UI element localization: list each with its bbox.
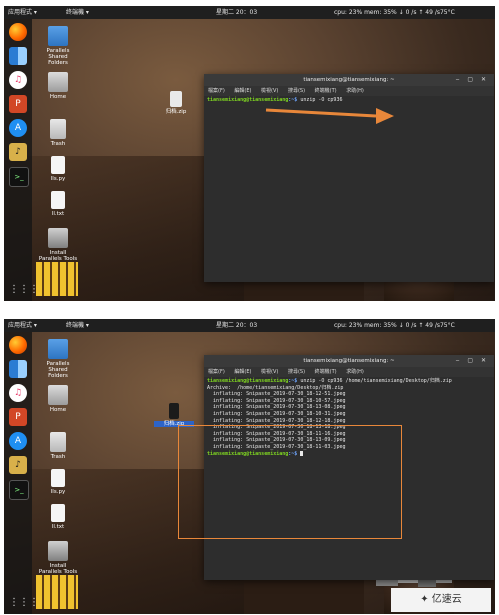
- file-icon: [51, 469, 65, 487]
- prompt-user: tiansemixiang@tiansemixiang: [207, 378, 289, 384]
- desktop-icon-ltxt[interactable]: ll.txt: [38, 504, 78, 530]
- output-line: inflating: Snipaste_2019-07-30_18-12-51.…: [207, 391, 346, 398]
- output-line: Archive: /home/tiansemixiang/Desktop/归档.…: [207, 384, 344, 391]
- applications-menu[interactable]: 应用程式 ▾: [8, 319, 37, 332]
- menu-edit[interactable]: 編輯(E): [234, 369, 251, 375]
- watermark-text: 亿速云: [431, 594, 462, 605]
- trash-icon: [50, 432, 66, 452]
- desktop-icon-label: Trash: [50, 454, 66, 460]
- dock: ♫ P A ♪ >_ ⋮⋮⋮: [4, 332, 39, 614]
- desktop-icon-install[interactable]: Install Parallels Tools: [38, 541, 78, 575]
- terminal-titlebar[interactable]: tiansemixiang@tiansemixiang: ~ ‒ ▢ ✕: [204, 355, 494, 367]
- watermark-logo-icon: ✦: [420, 594, 432, 605]
- building-window: [36, 575, 78, 609]
- terminal-command: unzip -O cp936 /home/tiansemixiang/Deskt…: [297, 378, 452, 384]
- desktop-icon-label: Install Parallels Tools: [38, 563, 78, 575]
- desktop-icon-trash[interactable]: Trash: [38, 432, 78, 460]
- system-monitor: cpu: 23% mem: 35% ↓ 0 /s ↑ 49 /s75°C: [334, 322, 455, 329]
- desktop-icon-label: Home: [49, 407, 67, 413]
- desktop-icon-label: lls.py: [50, 489, 66, 495]
- powerpoint-icon[interactable]: P: [9, 408, 27, 426]
- menu-file[interactable]: 檔案(F): [208, 369, 225, 375]
- app-store-icon[interactable]: A: [9, 432, 27, 450]
- finder-icon[interactable]: [9, 360, 27, 378]
- desktop-icon-label: Parallels Shared Folders: [46, 361, 70, 379]
- menu-terminal[interactable]: 終端機(T): [315, 369, 337, 375]
- prompt-path: :~$: [288, 378, 298, 384]
- menu-view[interactable]: 檢視(V): [261, 369, 278, 375]
- home-drive-icon: [48, 385, 68, 405]
- terminal-icon[interactable]: >_: [9, 480, 29, 500]
- installer-icon: [48, 541, 68, 561]
- output-line: inflating: Snipaste_2019-07-30_18-10-57.…: [207, 397, 346, 404]
- annotation-box: [178, 425, 402, 539]
- desktop-icon-lls[interactable]: lls.py: [38, 469, 78, 495]
- screenshot-before: 应用程式 ▾ 终端機 ▾ 星期二 20：03 cpu: 23% mem: 35%…: [4, 6, 495, 301]
- window-controls[interactable]: ‒ ▢ ✕: [456, 355, 489, 367]
- firefox-icon[interactable]: [9, 336, 27, 354]
- terminal-title: tiansemixiang@tiansemixiang: ~: [303, 358, 395, 364]
- music-icon[interactable]: ♫: [9, 384, 27, 402]
- zip-file-icon: [169, 403, 179, 419]
- desktop-icon-zip[interactable]: 归档.zip: [154, 403, 194, 427]
- app-grid-icon[interactable]: ⋮⋮⋮: [9, 594, 39, 612]
- top-bar: 应用程式 ▾ 终端機 ▾ 星期二 20：03 cpu: 23% mem: 35%…: [4, 319, 495, 332]
- folder-icon: [48, 339, 68, 359]
- desktop-icon-home[interactable]: Home: [38, 385, 78, 413]
- menu-help[interactable]: 求助(H): [346, 369, 364, 375]
- clock[interactable]: 星期二 20：03: [216, 319, 257, 332]
- screenshot-after: 应用程式 ▾ 终端機 ▾ 星期二 20：03 cpu: 23% mem: 35%…: [4, 319, 495, 614]
- output-line: inflating: Snipaste_2019-07-30_18-10-31.…: [207, 410, 346, 417]
- terminal-menu[interactable]: 终端機 ▾: [66, 319, 89, 332]
- annotation-arrow: [265, 108, 394, 124]
- sound-icon[interactable]: ♪: [9, 456, 27, 474]
- desktop-icon-label: ll.txt: [51, 524, 65, 530]
- output-line: inflating: Snipaste_2019-07-30_18-13-08.…: [207, 404, 346, 411]
- desktop-icon-parallels[interactable]: Parallels Shared Folders: [38, 339, 78, 379]
- file-icon: [51, 504, 65, 522]
- menu-search[interactable]: 搜尋(S): [288, 369, 305, 375]
- output-line: inflating: Snipaste_2019-07-30_18-12-18.…: [207, 417, 346, 424]
- watermark: ✦ 亿速云: [391, 588, 491, 612]
- terminal-menubar: 檔案(F) 編輯(E) 檢視(V) 搜尋(S) 終端機(T) 求助(H): [204, 367, 494, 377]
